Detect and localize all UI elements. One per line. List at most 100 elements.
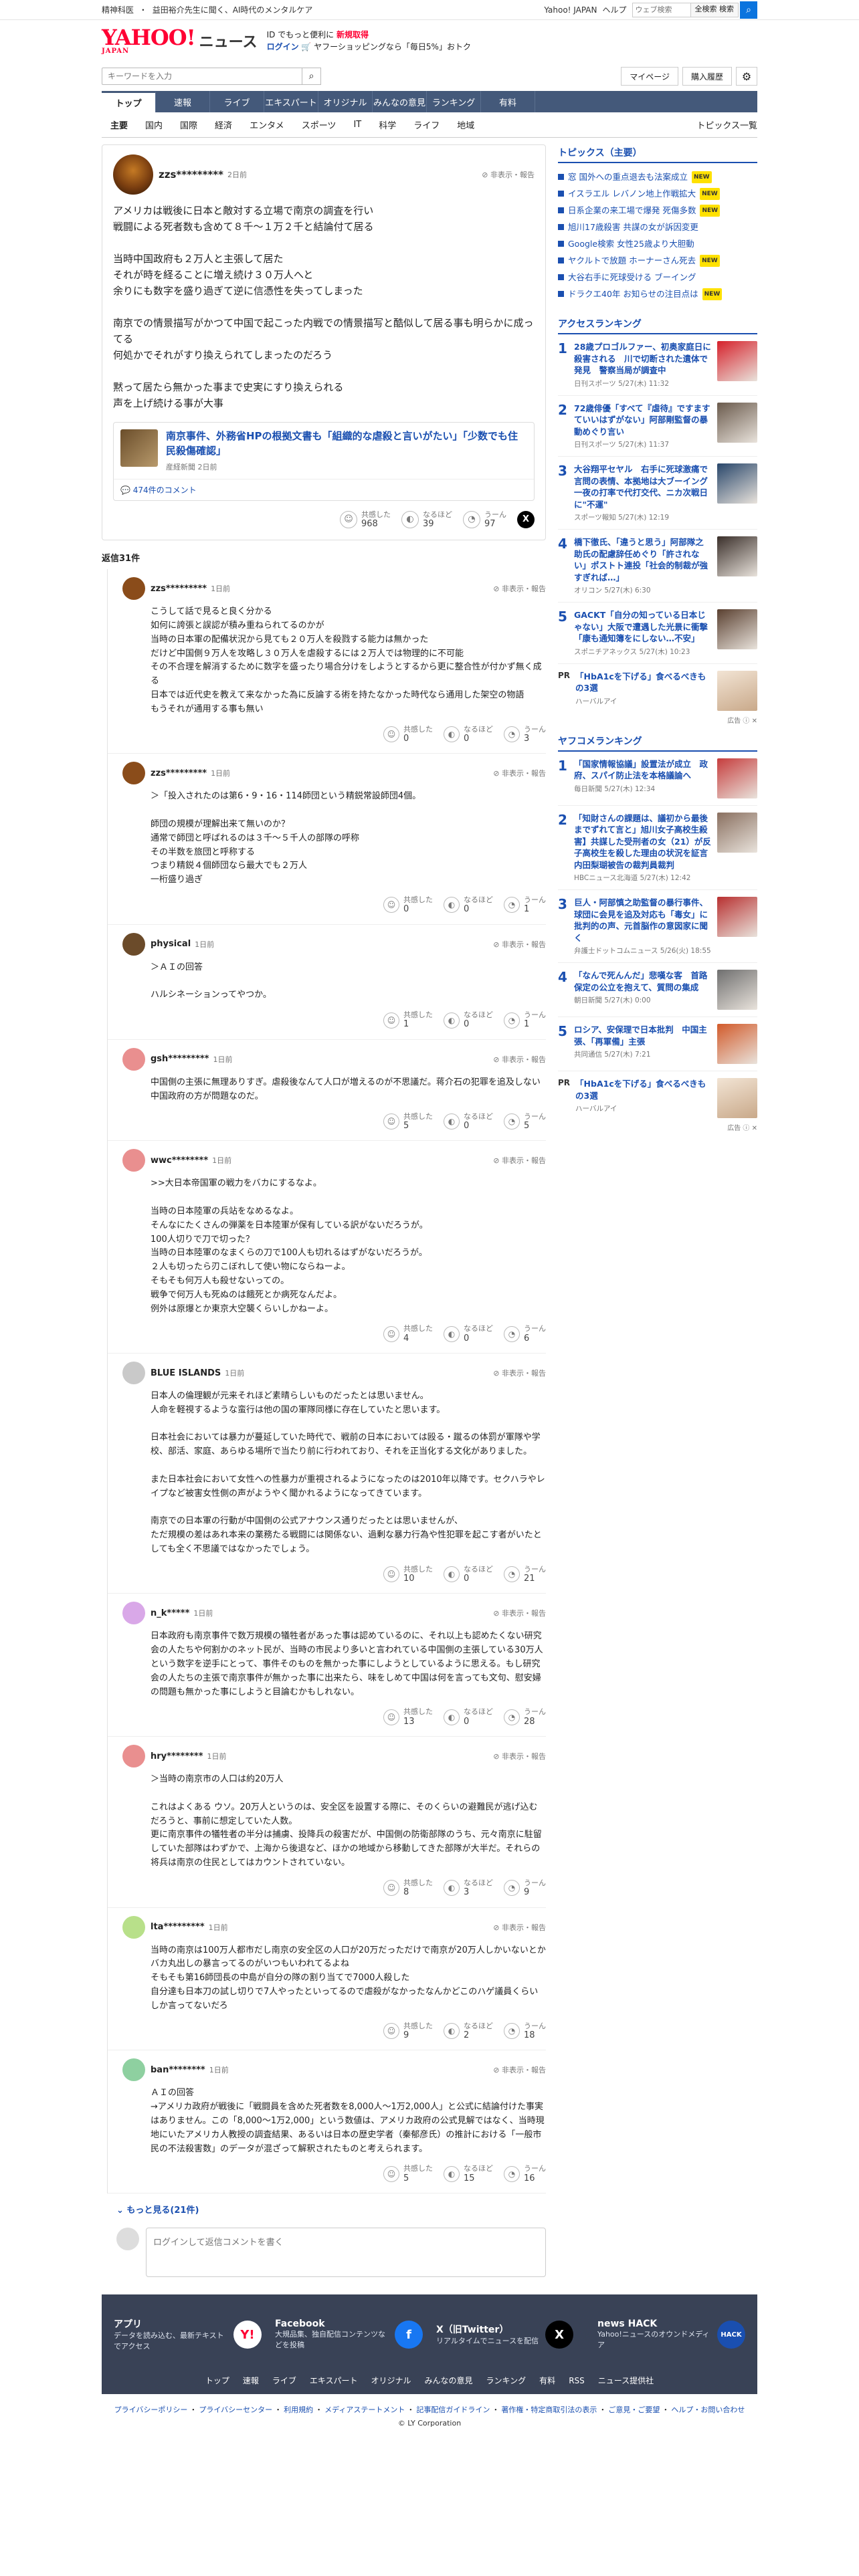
reply-user[interactable]: n_k***** — [151, 1608, 189, 1618]
avatar[interactable] — [122, 1745, 145, 1768]
pr-title[interactable]: 「HbA1cを下げる」食べるべきもの3選 — [575, 1078, 712, 1101]
topic-item[interactable]: ドラクエ40年 お知らせの注目点は NEW — [558, 286, 757, 302]
search-icon[interactable]: ⌕ — [302, 68, 321, 85]
footer-link[interactable]: 速報 — [243, 2376, 259, 2385]
search-icon[interactable]: ⌕ — [740, 1, 757, 19]
x-icon[interactable]: X — [545, 2321, 574, 2349]
report-link[interactable]: ⊘ 非表示・報告 — [493, 1608, 546, 1618]
tab-paid[interactable]: 有料 — [481, 91, 535, 112]
service-name[interactable]: ニュース — [199, 30, 258, 51]
topic-item[interactable]: ヤクルトで放題 ホーナーさん死去 NEW — [558, 252, 757, 269]
insight-button[interactable]: ◐ なるほど 2 — [444, 2022, 493, 2041]
category-science[interactable]: 科学 — [370, 118, 405, 131]
pr-thumbnail[interactable] — [717, 1078, 757, 1118]
topic-title[interactable]: 大谷右手に死球受ける ブーイング — [568, 269, 696, 286]
empathy-button[interactable]: ☺ 共感した 9 — [383, 2022, 433, 2041]
top-promo-link[interactable]: 精神科医 — [102, 5, 134, 15]
footer-link[interactable]: 有料 — [539, 2376, 555, 2385]
reply-user[interactable]: hry******** — [151, 1751, 203, 1761]
mypage-button[interactable]: マイページ — [621, 67, 678, 86]
ranking-title[interactable]: 巨人・阿部慎之助監督の暴行事件、球団に会見を追及対応も「毒女」に批判的の声、元首… — [574, 897, 712, 944]
hmm-button[interactable]: ◔ うーん 5 — [504, 1112, 546, 1132]
topic-item[interactable]: 旭川17歳殺害 共謀の女が訴因変更 — [558, 219, 757, 235]
ranking-title[interactable]: GACKT「自分の知っている日本じゃない」大阪で遭遇した光景に衝撃「康も通知簿を… — [574, 609, 712, 645]
ad-note[interactable]: 広告 ⓘ ✕ — [558, 1122, 757, 1132]
ranking-item[interactable]: 3 巨人・阿部慎之助監督の暴行事件、球団に会見を追及対応も「毒女」に批判的の声、元… — [558, 890, 757, 963]
insight-button[interactable]: ◐ なるほど 0 — [444, 1707, 493, 1727]
topic-item[interactable]: 大谷右手に死球受ける ブーイング — [558, 269, 757, 286]
ranking-item[interactable]: 2 72歳俳優「すべて『虐待』ですますていいはずがない」阿部剛監督の暴動めぐり言い… — [558, 396, 757, 457]
pr-item[interactable]: PR 「HbA1cを下げる」食べるべきもの3選 ハーバルアイ — [558, 664, 757, 718]
avatar[interactable] — [113, 154, 153, 195]
topic-item[interactable]: イスラエル レバノン地上作戦拡大 NEW — [558, 185, 757, 202]
hmm-button[interactable]: ◔ うーん 97 — [463, 510, 506, 530]
report-link[interactable]: ⊘ 非表示・報告 — [493, 1368, 546, 1378]
top-promo-link-2[interactable]: 益田裕介先生に聞く、AI時代のメンタルケア — [153, 5, 313, 15]
report-link[interactable]: ⊘ 非表示・報告 — [493, 1751, 546, 1761]
reply-user[interactable]: zzs********* — [151, 584, 207, 594]
footer-link[interactable]: トップ — [205, 2376, 229, 2385]
report-link[interactable]: ⊘ 非表示・報告 — [493, 1922, 546, 1933]
web-search-input[interactable] — [632, 2, 691, 17]
footer-service[interactable]: Facebook 大規品集、独自配信コンテンツなどを投稿 f — [275, 2319, 423, 2351]
avatar[interactable] — [122, 577, 145, 601]
insight-button[interactable]: ◐ なるほど 0 — [444, 1565, 493, 1584]
footer-link[interactable]: ニュース提供社 — [598, 2376, 654, 2385]
insight-button[interactable]: ◐ なるほど 39 — [401, 510, 452, 530]
purchase-history-button[interactable]: 購入履歴 — [682, 67, 732, 86]
ranking-title[interactable]: 大谷翔平セヤル 右手に死球激痛で言問の表情、本拠地は大ブーイング一夜の打率で代打… — [574, 463, 712, 510]
ranking-item[interactable]: 5 GACKT「自分の知っている日本じゃない」大阪で遭遇した光景に衝撃「康も通知簿… — [558, 603, 757, 664]
topic-title[interactable]: ドラクエ40年 お知らせの注目点は — [568, 286, 698, 302]
ranking-thumbnail[interactable] — [717, 609, 757, 649]
yahoo-comment-ranking-heading[interactable]: ヤフコメランキング — [558, 734, 757, 752]
footer-service-title[interactable]: news HACK — [597, 2319, 710, 2329]
avatar[interactable] — [122, 1602, 145, 1625]
ranking-thumbnail[interactable] — [717, 536, 757, 576]
report-link[interactable]: ⊘ 非表示・報告 — [493, 1054, 546, 1065]
footer-link[interactable]: RSS — [569, 2376, 585, 2385]
empathy-button[interactable]: ☺ 共感した 5 — [383, 2164, 433, 2183]
yahoo-japan-link[interactable]: Yahoo! JAPAN — [544, 5, 597, 15]
category-life[interactable]: ライフ — [405, 118, 448, 131]
login-link[interactable]: ログイン — [267, 42, 299, 51]
hmm-button[interactable]: ◔ うーん 28 — [504, 1707, 546, 1727]
legal-link[interactable]: 記事配信ガイドライン — [416, 2405, 490, 2414]
register-link[interactable]: 新規取得 — [337, 30, 369, 39]
ad-note[interactable]: 広告 ⓘ ✕ — [558, 715, 757, 725]
avatar[interactable] — [122, 762, 145, 785]
insight-button[interactable]: ◐ なるほど 3 — [444, 1879, 493, 1898]
reply-input[interactable] — [146, 2228, 546, 2278]
hmm-button[interactable]: ◔ うーん 1 — [504, 1010, 546, 1030]
reply-user[interactable]: wwc******** — [151, 1156, 208, 1166]
report-link[interactable]: ⊘ 非表示・報告 — [493, 2064, 546, 2075]
topic-title[interactable]: 窓 国外への重点退去も法案成立 — [568, 169, 688, 185]
access-ranking-heading[interactable]: アクセスランキング — [558, 317, 757, 334]
ranking-title[interactable]: 「なんで死んんだ」悲嘆な客 首路保定の公立を抱えて、質問の集成 — [574, 970, 712, 993]
insight-button[interactable]: ◐ なるほど 0 — [444, 1010, 493, 1030]
hmm-button[interactable]: ◔ うーん 21 — [504, 1565, 546, 1584]
footer-link[interactable]: オリジナル — [371, 2376, 411, 2385]
empathy-button[interactable]: ☺ 共感した 0 — [383, 895, 433, 915]
gear-icon[interactable]: ⚙ — [736, 67, 757, 86]
hmm-button[interactable]: ◔ うーん 1 — [504, 895, 546, 915]
reply-user[interactable]: gsh********* — [151, 1054, 209, 1064]
x-share-icon[interactable]: X — [517, 510, 535, 528]
tab-ranking[interactable]: ランキング — [427, 91, 481, 112]
avatar[interactable] — [122, 1149, 145, 1172]
ranking-item[interactable]: 5 ロシア、安保理で日本批判 中国主張、「再軍備」主張 共同通信 5/27(木) 7… — [558, 1017, 757, 1071]
shopping-promo[interactable]: 🛒 ヤフーショッピングなら「毎日5%」おトク — [301, 42, 471, 51]
category-region[interactable]: 地域 — [448, 118, 483, 131]
article-thumbnail[interactable] — [120, 429, 158, 467]
ranking-thumbnail[interactable] — [717, 758, 757, 798]
tab-top[interactable]: トップ — [102, 91, 156, 112]
legal-link[interactable]: 著作権・特定商取引法の表示 — [501, 2405, 597, 2414]
ranking-item[interactable]: 1 「国家情報協議」設置法が成立 政府、スパイ防止法を本格議論へ 毎日新聞 5/27… — [558, 752, 757, 806]
report-link[interactable]: ⊘ 非表示・報告 — [493, 583, 546, 594]
footer-service-title[interactable]: X（旧Twitter） — [436, 2323, 539, 2336]
footer-service[interactable]: news HACK Yahoo!ニュースのオウンドメディア HACK — [597, 2319, 745, 2351]
topics-heading[interactable]: トピックス（主要） — [558, 146, 757, 163]
reply-user[interactable]: BLUE ISLANDS — [151, 1368, 221, 1378]
topic-title[interactable]: イスラエル レバノン地上作戦拡大 — [568, 185, 696, 202]
reply-user[interactable]: zzs********* — [151, 768, 207, 778]
help-link[interactable]: ヘルプ — [602, 4, 626, 15]
